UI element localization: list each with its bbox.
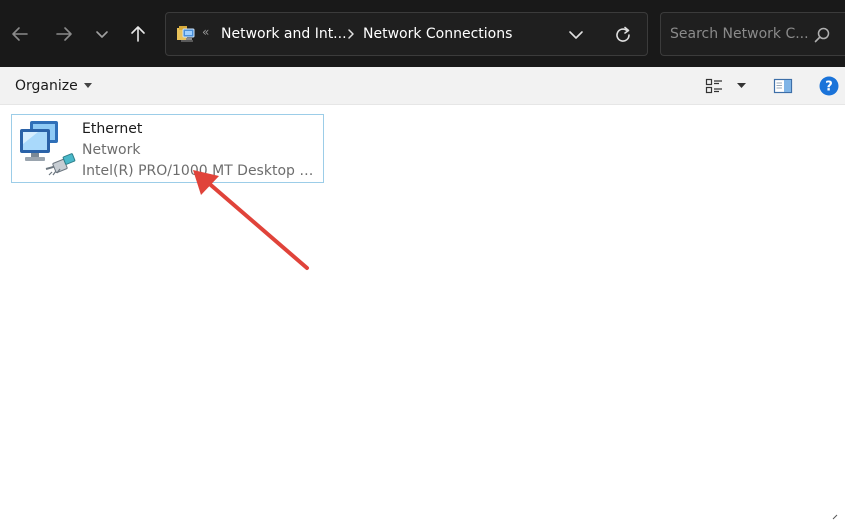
arrow-right-icon bbox=[56, 27, 72, 41]
network-adapter-icon bbox=[20, 121, 76, 176]
navigation-bar: « Network and Int... Network Connections bbox=[0, 0, 845, 67]
address-history-chevron-icon[interactable] bbox=[567, 27, 585, 43]
organize-label: Organize bbox=[15, 78, 78, 94]
network-folder-icon bbox=[177, 26, 195, 42]
back-button[interactable] bbox=[4, 18, 36, 50]
chevron-right-icon[interactable] bbox=[346, 28, 356, 40]
view-options-icon[interactable] bbox=[705, 77, 723, 95]
up-button[interactable] bbox=[122, 18, 154, 50]
search-icon[interactable] bbox=[813, 26, 831, 44]
breadcrumb-network-connections[interactable]: Network Connections bbox=[363, 25, 512, 43]
search-box[interactable] bbox=[660, 12, 845, 56]
arrow-up-icon bbox=[131, 26, 145, 42]
address-bar[interactable]: « Network and Int... Network Connections bbox=[165, 12, 648, 56]
connection-status: Network bbox=[82, 142, 141, 158]
chevron-down-icon bbox=[96, 31, 108, 38]
recent-locations-button[interactable] bbox=[90, 18, 114, 50]
refresh-icon[interactable] bbox=[612, 24, 634, 46]
network-connections-window: « Network and Int... Network Connections bbox=[0, 0, 845, 520]
connection-name: Ethernet bbox=[82, 121, 143, 137]
resize-grip-icon[interactable] bbox=[832, 513, 838, 520]
help-icon[interactable]: ? bbox=[819, 76, 839, 96]
connections-list: Ethernet Network Intel(R) PRO/1000 MT De… bbox=[0, 106, 845, 520]
command-bar: Organize ? bbox=[0, 67, 845, 105]
svg-text:?: ? bbox=[825, 80, 833, 95]
breadcrumb-overflow[interactable]: « bbox=[202, 25, 209, 39]
organize-button[interactable]: Organize bbox=[15, 77, 92, 95]
connection-device: Intel(R) PRO/1000 MT Desktop Adapter bbox=[82, 163, 318, 179]
breadcrumb-network-and-internet[interactable]: Network and Int... bbox=[221, 25, 347, 43]
forward-button[interactable] bbox=[48, 18, 80, 50]
caret-down-icon bbox=[83, 83, 92, 88]
view-menu-caret-icon[interactable] bbox=[737, 83, 746, 89]
search-input[interactable] bbox=[661, 13, 811, 55]
arrow-left-icon bbox=[12, 27, 28, 41]
connection-tile-ethernet[interactable]: Ethernet Network Intel(R) PRO/1000 MT De… bbox=[11, 114, 324, 183]
preview-pane-icon[interactable] bbox=[773, 77, 793, 95]
